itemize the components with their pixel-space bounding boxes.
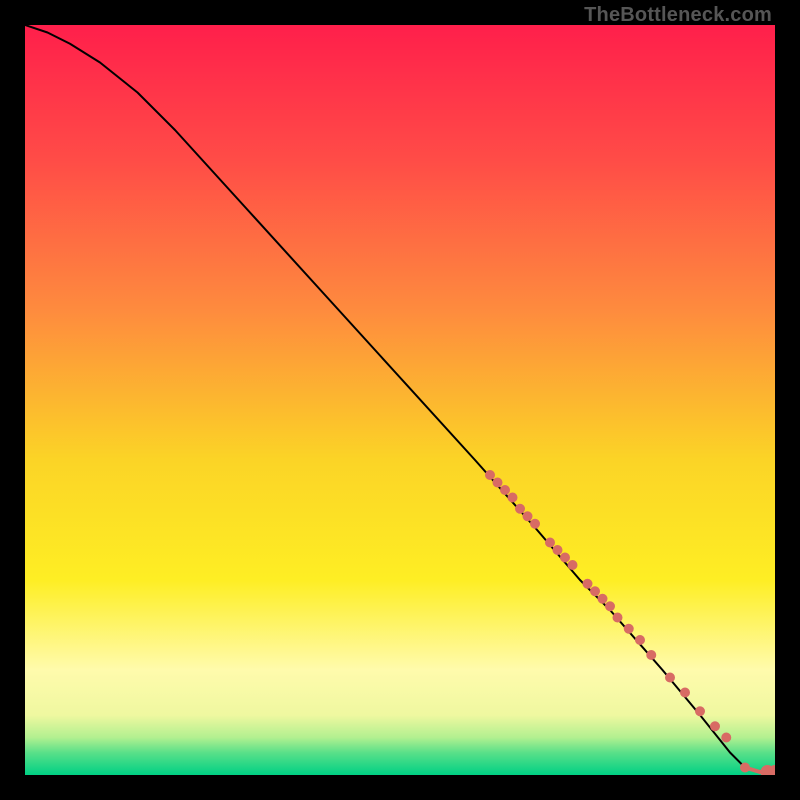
data-point [560, 553, 570, 563]
data-point [508, 493, 518, 503]
data-point [721, 733, 731, 743]
data-point [523, 511, 533, 521]
data-point [500, 485, 510, 495]
data-point [613, 613, 623, 623]
data-point [665, 673, 675, 683]
data-point [485, 470, 495, 480]
data-point [635, 635, 645, 645]
data-point [605, 601, 615, 611]
data-point [710, 721, 720, 731]
data-point [624, 624, 634, 634]
data-point [646, 650, 656, 660]
chart-svg [25, 25, 775, 775]
data-point [680, 688, 690, 698]
data-point [583, 579, 593, 589]
plot-area [25, 25, 775, 775]
data-point [598, 594, 608, 604]
data-point [740, 763, 750, 773]
data-point [530, 519, 540, 529]
data-point [545, 538, 555, 548]
data-point [590, 586, 600, 596]
data-point [695, 706, 705, 716]
data-point [493, 478, 503, 488]
chart-container: TheBottleneck.com [0, 0, 800, 800]
data-point [515, 504, 525, 514]
data-point [568, 560, 578, 570]
chart-background [25, 25, 775, 775]
watermark-text: TheBottleneck.com [584, 4, 772, 27]
data-point [553, 545, 563, 555]
